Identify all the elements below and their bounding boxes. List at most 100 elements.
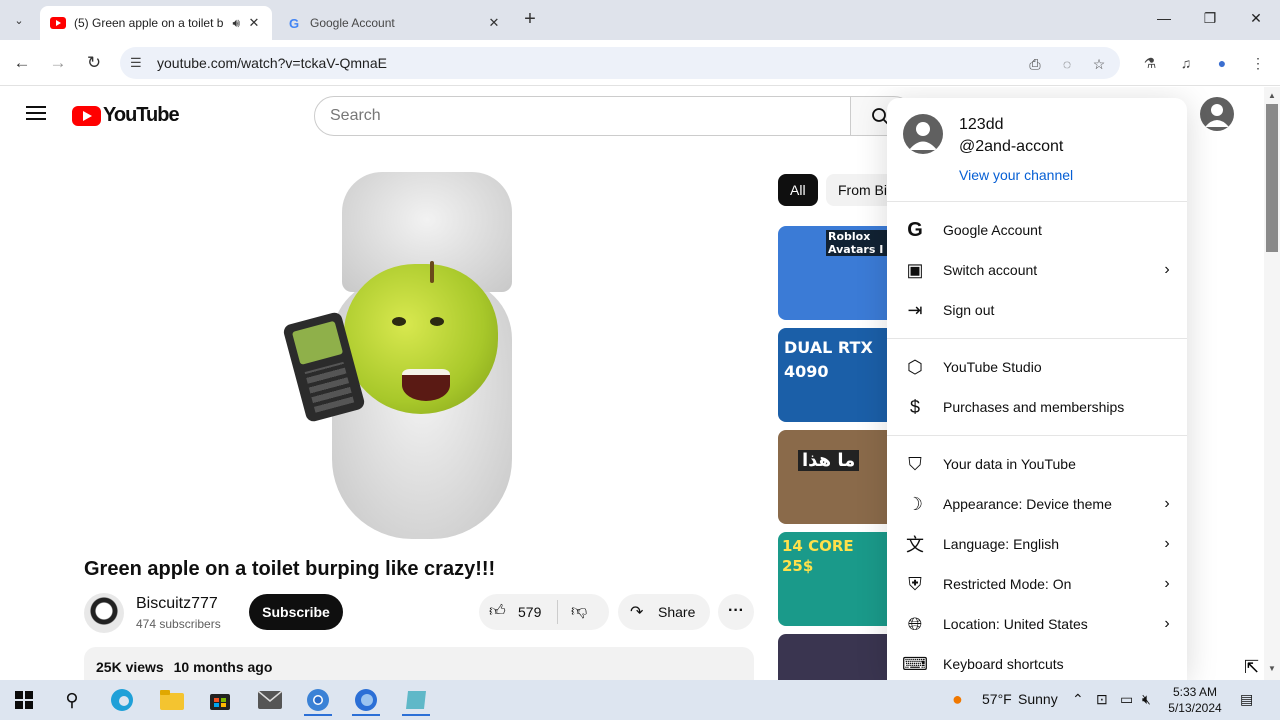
app-window-icon[interactable]	[396, 684, 436, 716]
browser-menu-icon[interactable]: ⋮	[1248, 53, 1268, 73]
firefox-icon[interactable]	[346, 684, 386, 716]
notifications-icon[interactable]: ▤	[1240, 691, 1253, 708]
tray-chevron-up-icon[interactable]: ⌃	[1072, 691, 1084, 708]
youtube-favicon-icon	[50, 15, 66, 31]
audio-playing-icon[interactable]: 🔊︎	[232, 16, 240, 31]
address-url[interactable]: youtube.com/watch?v=tckaV-QmnaE	[157, 55, 387, 71]
menu-item-label: Google Account	[943, 222, 1042, 238]
menu-item-label: Location: United States	[943, 616, 1088, 632]
menu-item-location[interactable]: 🌐︎ Location: United States ›	[887, 604, 1187, 644]
menu-item-sign-out[interactable]: ⇥ Sign out	[887, 290, 1187, 330]
tab-search-button[interactable]: ⌄	[8, 9, 30, 31]
scroll-down-icon[interactable]: ▼	[1268, 664, 1276, 673]
clock-time: 5:33 AM	[1172, 685, 1218, 699]
page-scrollbar[interactable]: ▲ ▼	[1264, 87, 1280, 680]
moon-icon: ☽	[906, 493, 924, 514]
menu-item-switch-account[interactable]: ▣ Switch account ›	[887, 250, 1187, 290]
address-bar[interactable]: ☰ youtube.com/watch?v=tckaV-QmnaE ⎙ ◌ ☆	[120, 47, 1120, 79]
thumbnail-text: DUAL RTX 4090	[784, 338, 873, 381]
chevron-right-icon: ›	[1164, 261, 1170, 278]
menu-item-purchases[interactable]: $ Purchases and memberships	[887, 387, 1187, 427]
clock-date: 5/13/2024	[1168, 701, 1222, 715]
profile-icon[interactable]: ●	[1212, 53, 1232, 73]
store-icon[interactable]	[200, 684, 240, 716]
start-button[interactable]	[4, 684, 44, 716]
menu-divider	[887, 338, 1187, 339]
tab-youtube[interactable]: (5) Green apple on a toilet b 🔊︎ ✕	[40, 6, 272, 40]
weather-temp[interactable]: 57°F	[982, 691, 1012, 707]
windows-taskbar: ⚲ ● 57°F Sunny ⌃ ⊡ ▭ 🔇︎ 5:33 AM 5/13/202…	[0, 680, 1280, 720]
menu-item-youtube-studio[interactable]: ⬡ YouTube Studio	[887, 347, 1187, 387]
restore-icon[interactable]: ❐	[1200, 10, 1220, 27]
view-channel-link[interactable]: View your channel	[959, 167, 1073, 183]
menu-item-google-account[interactable]: G Google Account	[887, 210, 1187, 250]
like-count[interactable]: 579	[518, 604, 541, 620]
menu-item-your-data[interactable]: ⛉ Your data in YouTube	[887, 444, 1187, 484]
bookmark-star-icon[interactable]: ☆	[1089, 54, 1109, 74]
youtube-logo[interactable]: YouTube	[72, 104, 180, 127]
account-avatar-button[interactable]	[1200, 97, 1234, 131]
tracking-protection-icon[interactable]: ◌	[1057, 54, 1077, 74]
menu-item-label: Switch account	[943, 262, 1038, 278]
tab-title: Google Account	[310, 16, 395, 30]
youtube-wordmark: YouTube	[103, 104, 180, 126]
taskbar-clock[interactable]: 5:33 AM 5/13/2024	[1162, 684, 1228, 716]
new-tab-icon[interactable]: +	[518, 8, 542, 31]
minimize-icon[interactable]: —	[1154, 10, 1174, 26]
channel-avatar[interactable]	[84, 593, 124, 633]
edge-icon[interactable]	[102, 684, 142, 716]
tray-app-icon[interactable]: ⊡	[1096, 691, 1108, 708]
chevron-right-icon: ›	[1164, 615, 1170, 632]
search-taskbar-icon[interactable]: ⚲	[52, 684, 92, 716]
menu-divider	[887, 201, 1187, 202]
like-dislike-group: 👍︎ 579 👎︎	[479, 594, 609, 630]
install-app-icon[interactable]: ⎙	[1025, 54, 1045, 74]
windows-logo-icon	[15, 691, 33, 709]
network-icon[interactable]: ▭	[1120, 691, 1133, 708]
menu-item-appearance[interactable]: ☽ Appearance: Device theme ›	[887, 484, 1187, 524]
volume-muted-icon[interactable]: 🔇︎	[1142, 691, 1151, 708]
menu-avatar	[903, 114, 943, 154]
site-info-icon[interactable]: ☰	[130, 55, 142, 71]
subscribe-button[interactable]: Subscribe	[249, 594, 343, 630]
video-player[interactable]	[84, 169, 754, 546]
globe-icon: 🌐︎	[907, 613, 923, 634]
media-controls-icon[interactable]: ♫	[1176, 53, 1196, 73]
labs-icon[interactable]: ⚗	[1140, 53, 1160, 73]
weather-text[interactable]: Sunny	[1018, 691, 1058, 707]
account-menu: 123dd @2and-accont View your channel G G…	[887, 98, 1187, 680]
search-box[interactable]	[314, 96, 851, 136]
back-icon[interactable]: ←	[10, 51, 34, 75]
close-window-icon[interactable]: ✕	[1246, 10, 1266, 27]
scroll-up-icon[interactable]: ▲	[1268, 91, 1276, 100]
mail-icon[interactable]	[250, 684, 290, 716]
search-input[interactable]	[330, 107, 830, 125]
menu-item-label: Keyboard shortcuts	[943, 656, 1064, 672]
share-button[interactable]: ↷ Share	[618, 594, 710, 630]
tab-google-account[interactable]: G Google Account ✕	[276, 6, 512, 40]
switch-account-icon: ▣	[906, 259, 924, 280]
guide-menu-icon[interactable]	[26, 106, 46, 120]
scrollbar-thumb[interactable]	[1266, 104, 1278, 252]
file-explorer-icon[interactable]	[152, 684, 192, 716]
translate-icon: 文	[906, 535, 924, 555]
close-tab-icon[interactable]: ✕	[486, 15, 502, 31]
reload-icon[interactable]: ↻	[82, 51, 106, 75]
dislike-icon[interactable]: 👎︎	[571, 602, 587, 621]
chrome-icon[interactable]	[298, 684, 338, 716]
share-icon: ↷	[630, 604, 644, 621]
more-actions-button[interactable]: ···	[718, 594, 754, 630]
menu-item-keyboard-shortcuts[interactable]: ⌨ Keyboard shortcuts	[887, 644, 1187, 680]
description-box[interactable]: 25K views 10 months ago	[84, 647, 754, 680]
channel-name[interactable]: Biscuitz777	[136, 595, 218, 613]
chevron-right-icon: ›	[1164, 495, 1170, 512]
chip-all[interactable]: All	[778, 174, 818, 206]
menu-item-language[interactable]: 文 Language: English ›	[887, 524, 1187, 564]
menu-item-label: Purchases and memberships	[943, 399, 1125, 415]
forward-icon[interactable]: →	[46, 51, 70, 75]
view-count: 25K views	[96, 659, 164, 675]
close-tab-icon[interactable]: ✕	[246, 15, 262, 31]
menu-item-restricted-mode[interactable]: ⛨ Restricted Mode: On ›	[887, 564, 1187, 604]
like-icon[interactable]: 👍︎	[489, 602, 506, 621]
weather-icon[interactable]: ●	[952, 689, 963, 710]
